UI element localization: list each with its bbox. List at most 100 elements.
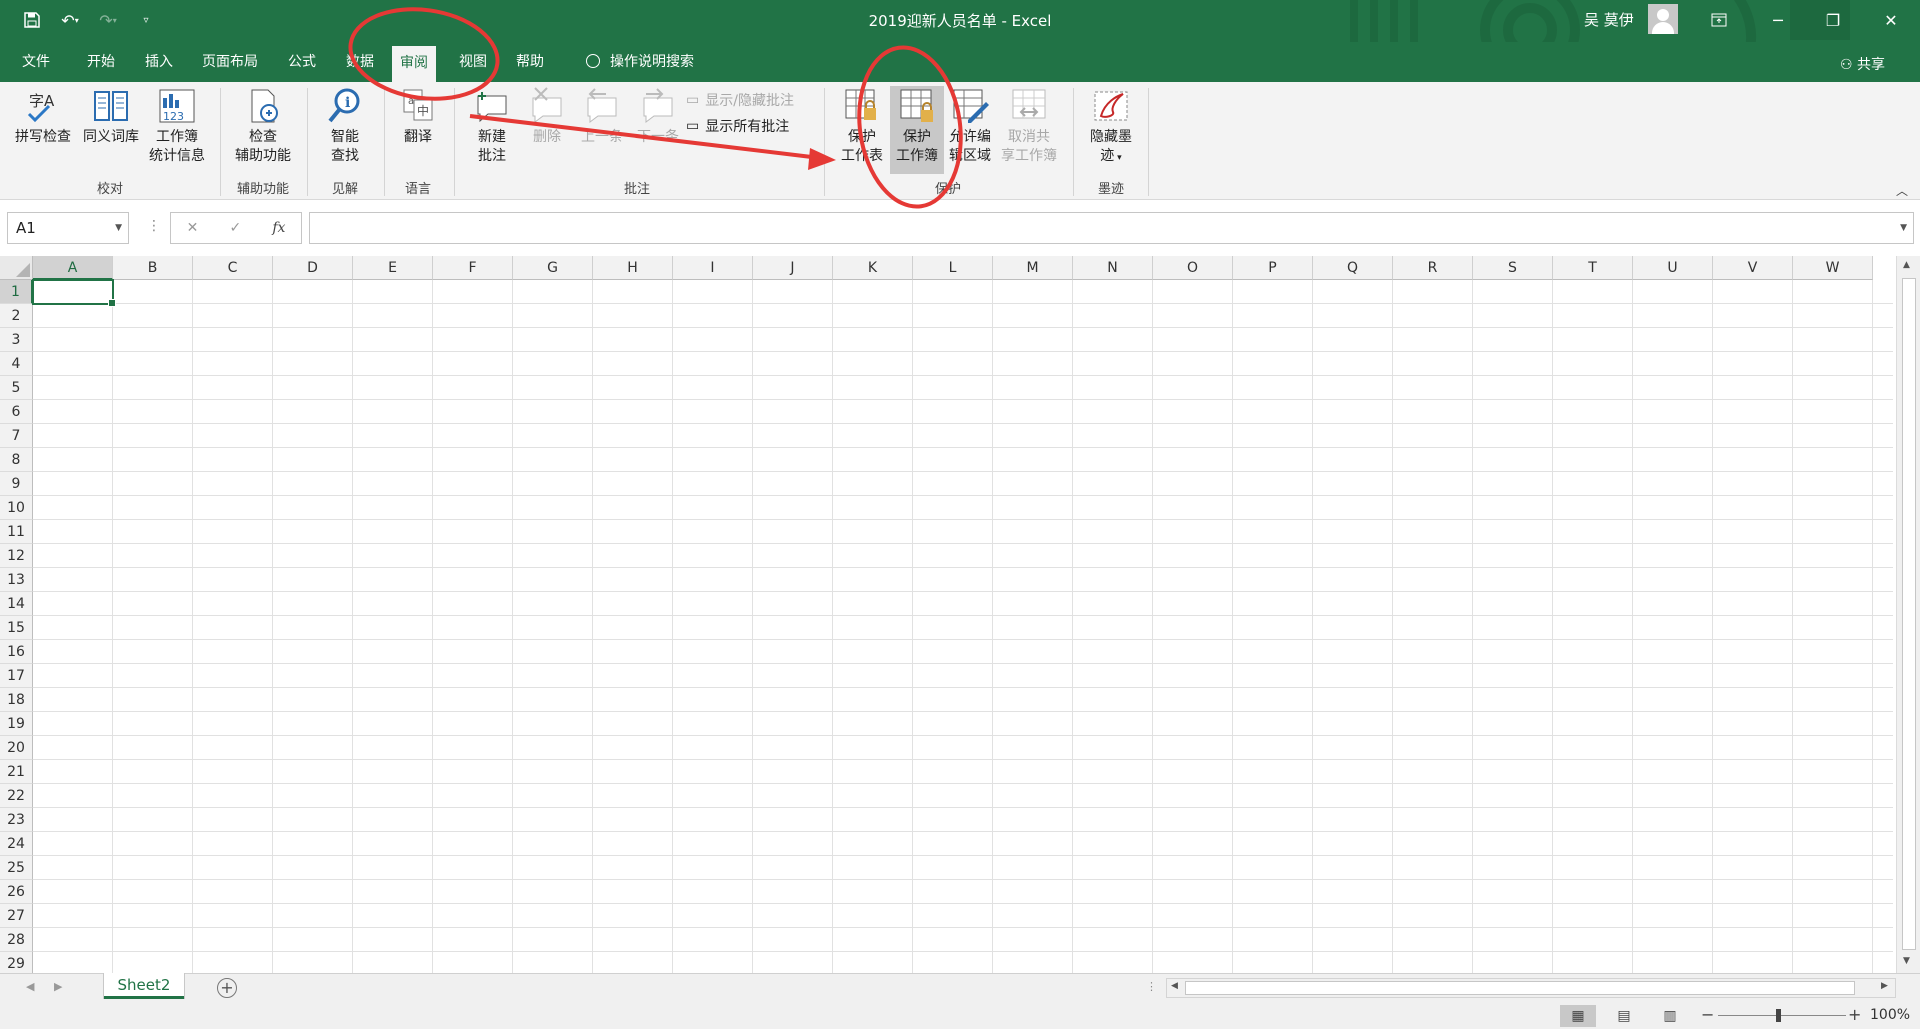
tab-insert[interactable]: 插入 — [137, 42, 181, 82]
column-header-l[interactable]: L — [913, 256, 993, 280]
row-header-7[interactable]: 7 — [0, 424, 33, 448]
row-header-14[interactable]: 14 — [0, 592, 33, 616]
tab-view[interactable]: 视图 — [451, 42, 495, 82]
column-header-d[interactable]: D — [273, 256, 353, 280]
tab-data[interactable]: 数据 — [338, 42, 382, 82]
row-header-4[interactable]: 4 — [0, 352, 33, 376]
worksheet-grid[interactable]: ABCDEFGHIJKLMNOPQRSTUVW 1 2 3 4 5 6 7 8 9 10 11 12 1… — [0, 256, 1896, 973]
row-header-28[interactable]: 28 — [0, 928, 33, 952]
zoom-slider-thumb[interactable] — [1776, 1009, 1781, 1022]
column-header-t[interactable]: T — [1553, 256, 1633, 280]
row-header-5[interactable]: 5 — [0, 376, 33, 400]
page-layout-view-icon[interactable]: ▤ — [1606, 1005, 1642, 1027]
thesaurus-button[interactable]: 同义词库 — [78, 86, 144, 147]
row-header-27[interactable]: 27 — [0, 904, 33, 928]
enter-icon[interactable]: ✓ — [229, 220, 241, 236]
add-sheet-icon[interactable]: + — [217, 978, 237, 998]
user-name[interactable]: 吴 莫伊 — [1584, 9, 1634, 30]
row-header-13[interactable]: 13 — [0, 568, 33, 592]
vertical-scrollbar[interactable]: ▲ ▼ — [1896, 256, 1920, 973]
row-header-25[interactable]: 25 — [0, 856, 33, 880]
previous-comment-button[interactable]: 上一条 — [574, 86, 630, 147]
row-header-3[interactable]: 3 — [0, 328, 33, 352]
column-header-p[interactable]: P — [1233, 256, 1313, 280]
spelling-button[interactable]: 字A 拼写检查 — [10, 86, 76, 147]
protect-workbook-button[interactable]: 保护 工作簿 — [890, 86, 944, 174]
share-button[interactable]: ⚇ 共享 — [1840, 54, 1885, 74]
row-header-22[interactable]: 22 — [0, 784, 33, 808]
column-header-u[interactable]: U — [1633, 256, 1713, 280]
workbook-statistics-button[interactable]: 123 工作簿 统计信息 — [146, 86, 208, 166]
new-comment-button[interactable]: 新建 批注 — [462, 86, 522, 166]
row-header-29[interactable]: 29 — [0, 952, 33, 973]
tab-formulas[interactable]: 公式 — [280, 42, 324, 82]
row-header-16[interactable]: 16 — [0, 640, 33, 664]
zoom-slider[interactable] — [1718, 1015, 1846, 1016]
column-header-m[interactable]: M — [993, 256, 1073, 280]
row-header-20[interactable]: 20 — [0, 736, 33, 760]
row-header-8[interactable]: 8 — [0, 448, 33, 472]
tab-help[interactable]: 帮助 — [508, 42, 552, 82]
next-comment-button[interactable]: 下一条 — [630, 86, 686, 147]
restore-icon[interactable]: ❐ — [1810, 0, 1856, 40]
scroll-up-icon[interactable]: ▲ — [1903, 260, 1910, 270]
row-header-9[interactable]: 9 — [0, 472, 33, 496]
scroll-down-icon[interactable]: ▼ — [1903, 956, 1910, 966]
smart-lookup-button[interactable]: i 智能 查找 — [314, 86, 376, 166]
column-header-f[interactable]: F — [433, 256, 513, 280]
cancel-icon[interactable]: ✕ — [187, 220, 199, 236]
column-header-o[interactable]: O — [1153, 256, 1233, 280]
row-header-12[interactable]: 12 — [0, 544, 33, 568]
row-header-15[interactable]: 15 — [0, 616, 33, 640]
name-box[interactable]: A1 ▼ — [7, 212, 129, 244]
protect-sheet-button[interactable]: 保护 工作表 — [834, 86, 890, 166]
close-icon[interactable]: ✕ — [1868, 0, 1914, 40]
row-header-10[interactable]: 10 — [0, 496, 33, 520]
drag-handle-icon[interactable]: ⋮ — [147, 218, 161, 234]
normal-view-icon[interactable]: ▦ — [1560, 1005, 1596, 1027]
column-header-a[interactable]: A — [33, 256, 113, 280]
column-header-s[interactable]: S — [1473, 256, 1553, 280]
zoom-level[interactable]: 100% — [1870, 1007, 1910, 1023]
row-header-11[interactable]: 11 — [0, 520, 33, 544]
column-header-r[interactable]: R — [1393, 256, 1473, 280]
horizontal-scrollbar[interactable]: ◀ ▶ — [1166, 978, 1896, 998]
column-header-g[interactable]: G — [513, 256, 593, 280]
scroll-right-icon[interactable]: ▶ — [1881, 981, 1888, 991]
sheet-tab-sheet2[interactable]: Sheet2 — [104, 973, 184, 999]
row-header-2[interactable]: 2 — [0, 304, 33, 328]
row-header-1[interactable]: 1 — [0, 280, 33, 304]
show-all-comments-button[interactable]: ▭ 显示所有批注 — [686, 116, 789, 136]
column-header-b[interactable]: B — [113, 256, 193, 280]
column-header-k[interactable]: K — [833, 256, 913, 280]
zoom-in-icon[interactable]: + — [1848, 1005, 1861, 1024]
zoom-out-icon[interactable]: − — [1701, 1005, 1714, 1024]
translate-button[interactable]: 中a 翻译 — [392, 86, 444, 147]
horizontal-scroll-thumb[interactable] — [1185, 981, 1855, 995]
row-header-18[interactable]: 18 — [0, 688, 33, 712]
active-cell[interactable] — [32, 279, 116, 307]
tell-me-search[interactable]: 操作说明搜索 — [578, 42, 702, 82]
formula-input[interactable]: ▼ — [309, 212, 1914, 244]
row-header-26[interactable]: 26 — [0, 880, 33, 904]
row-header-21[interactable]: 21 — [0, 760, 33, 784]
column-header-v[interactable]: V — [1713, 256, 1793, 280]
unshare-workbook-button[interactable]: 取消共 享工作簿 — [996, 86, 1062, 166]
cell-area[interactable] — [33, 280, 1893, 973]
allow-edit-ranges-button[interactable]: 允许编 辑区域 — [944, 86, 996, 166]
tab-page-layout[interactable]: 页面布局 — [194, 42, 266, 82]
minimize-icon[interactable]: ─ — [1755, 0, 1801, 40]
column-header-h[interactable]: H — [593, 256, 673, 280]
delete-comment-button[interactable]: 删除 — [522, 86, 572, 147]
column-header-w[interactable]: W — [1793, 256, 1873, 280]
prev-sheet-icon[interactable]: ◀ — [26, 980, 34, 993]
column-header-i[interactable]: I — [673, 256, 753, 280]
row-header-24[interactable]: 24 — [0, 832, 33, 856]
tab-file[interactable]: 文件 — [14, 42, 58, 82]
column-header-n[interactable]: N — [1073, 256, 1153, 280]
ribbon-display-options-icon[interactable] — [1696, 0, 1742, 40]
hide-ink-button[interactable]: 隐藏墨 迹 ▾ — [1082, 86, 1140, 168]
show-hide-comment-button[interactable]: ▭ 显示/隐藏批注 — [686, 90, 794, 110]
row-header-19[interactable]: 19 — [0, 712, 33, 736]
column-header-c[interactable]: C — [193, 256, 273, 280]
